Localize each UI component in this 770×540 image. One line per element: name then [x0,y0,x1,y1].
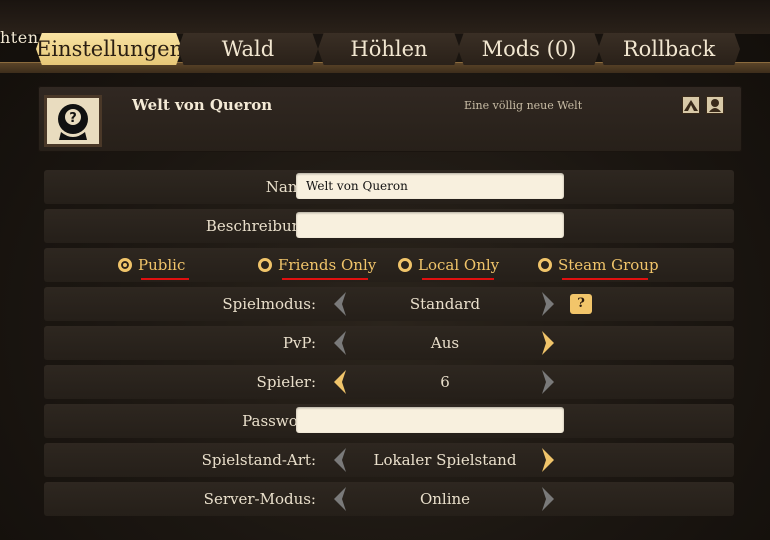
annotation-underline [141,278,189,280]
players-label: Spieler: [256,373,316,391]
radio-local-only[interactable]: Local Only [398,256,499,274]
world-description: Eine völlig neue Welt [464,99,583,112]
server-mode-value: Online [419,490,471,508]
radio-unselected-icon [398,258,412,272]
radio-label: Local Only [418,256,500,274]
tab-label: Einstellungen [36,37,184,61]
world-avatar[interactable]: ? [44,95,102,147]
arrow-left-icon[interactable] [330,369,348,395]
tab-label: Rollback [622,37,716,61]
top-band [0,0,770,34]
annotation-underline [562,278,648,280]
radio-selected-icon [118,258,132,272]
game-mode-value: Standard [409,295,481,313]
pvp-label: PvP: [282,334,316,352]
arrow-right-icon[interactable] [540,486,558,512]
tab-label: Höhlen [350,37,428,61]
game-mode-label: Spielmodus: [222,295,316,313]
radio-label: Public [138,256,186,274]
arrow-right-icon[interactable] [540,330,558,356]
tab-einstellungen[interactable]: Einstellungen [36,33,182,65]
radio-label: Steam Group [558,256,659,274]
save-type-value: Lokaler Spielstand [373,451,517,469]
tab-label: Wald [221,37,275,61]
svg-text:?: ? [69,111,77,126]
description-input[interactable] [296,212,564,238]
character-portrait-icon: ? [58,104,88,140]
password-input[interactable] [296,407,564,433]
radio-friends-only[interactable]: Friends Only [258,256,376,274]
tab-wald[interactable]: Wald [178,33,318,65]
save-type-label: Spielstand-Art: [201,451,316,469]
annotation-underline [282,278,368,280]
radio-label: Friends Only [278,256,377,274]
arrow-right-icon[interactable] [540,447,558,473]
arrow-left-icon[interactable] [330,486,348,512]
mountain-icon[interactable] [682,96,700,114]
arrow-left-icon[interactable] [330,330,348,356]
server-mode-label: Server-Modus: [203,490,316,508]
arrow-left-icon[interactable] [330,447,348,473]
character-icon[interactable] [706,96,724,114]
tab-hoehlen[interactable]: Höhlen [318,33,460,65]
pvp-value: Aus [430,334,460,352]
radio-steam-group[interactable]: Steam Group [538,256,659,274]
tab-partial[interactable]: hten [0,28,40,50]
arrow-right-icon[interactable] [540,291,558,317]
tab-label: Mods (0) [481,37,577,61]
radio-public[interactable]: Public [118,256,185,274]
radio-unselected-icon [538,258,552,272]
players-value: 6 [440,373,450,391]
world-name: Welt von Queron [132,96,273,114]
annotation-underline [422,278,494,280]
arrow-right-icon[interactable] [540,369,558,395]
arrow-left-icon[interactable] [330,291,348,317]
name-input[interactable]: Welt von Queron [296,173,564,199]
help-icon[interactable]: ? [570,294,592,314]
radio-unselected-icon [258,258,272,272]
tab-mods[interactable]: Mods (0) [458,33,600,65]
tab-rollback[interactable]: Rollback [598,33,740,65]
